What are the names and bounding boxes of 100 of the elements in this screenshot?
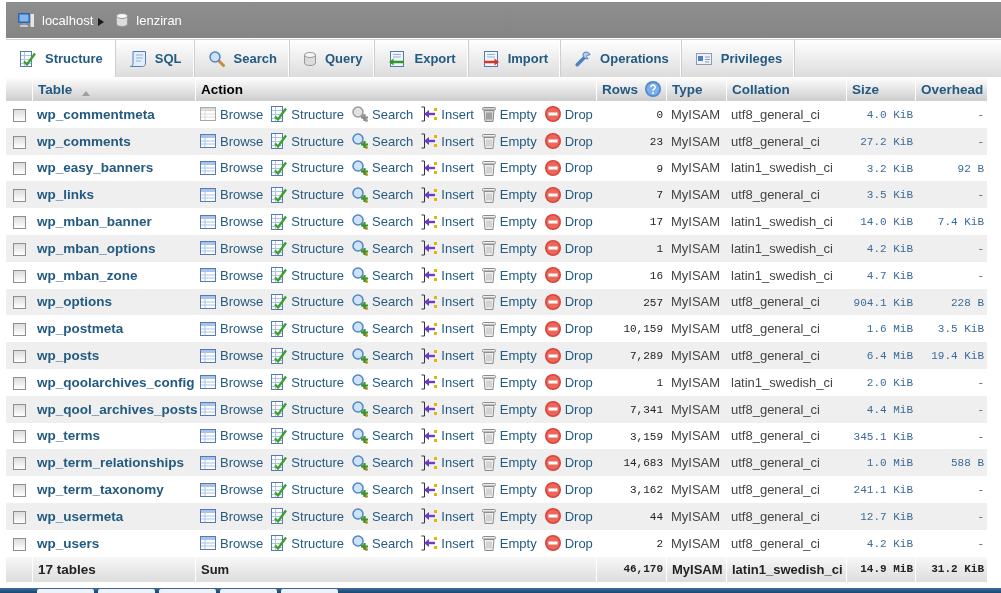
- help-icon[interactable]: [645, 81, 661, 97]
- structure-link[interactable]: Structure: [271, 427, 345, 444]
- search-link[interactable]: Search: [352, 267, 414, 284]
- column-header[interactable]: Overhead: [921, 81, 984, 97]
- table-name-link[interactable]: wp_term_relationships: [37, 455, 185, 471]
- insert-link[interactable]: Insert: [421, 240, 474, 257]
- column-header[interactable]: Table: [38, 81, 73, 97]
- insert-link[interactable]: Insert: [421, 106, 474, 123]
- search-link[interactable]: Search: [352, 535, 414, 552]
- table-size[interactable]: 345.1 KiB: [853, 430, 913, 443]
- search-link[interactable]: Search: [352, 133, 414, 150]
- table-size[interactable]: 904.1 KiB: [853, 296, 913, 309]
- structure-link[interactable]: Structure: [271, 374, 345, 391]
- table-size[interactable]: 4.0 KiB: [866, 109, 913, 121]
- browse-link[interactable]: Browse: [200, 293, 264, 310]
- browse-link[interactable]: Browse: [200, 535, 264, 552]
- search-link[interactable]: Search: [352, 427, 414, 444]
- row-checkbox[interactable]: [12, 269, 26, 283]
- table-name-link[interactable]: wp_links: [37, 187, 95, 203]
- empty-link[interactable]: Empty: [481, 320, 537, 337]
- empty-link[interactable]: Empty: [481, 401, 537, 418]
- drop-link[interactable]: Drop: [544, 160, 593, 176]
- table-size[interactable]: 4.2 KiB: [866, 537, 913, 550]
- search-link[interactable]: Search: [352, 213, 414, 230]
- drop-link[interactable]: Drop: [544, 454, 593, 471]
- search-link[interactable]: Search: [352, 160, 414, 176]
- structure-link[interactable]: Structure: [271, 508, 345, 525]
- browse-link[interactable]: Browse: [200, 508, 264, 525]
- structure-link[interactable]: Structure: [271, 267, 345, 284]
- structure-link[interactable]: Structure: [271, 106, 345, 123]
- table-name-link[interactable]: wp_options: [37, 294, 112, 310]
- structure-link[interactable]: Structure: [271, 213, 345, 230]
- empty-link[interactable]: Empty: [481, 535, 537, 552]
- table-name-link[interactable]: wp_easy_banners: [37, 160, 154, 176]
- table-name-link[interactable]: wp_term_taxonomy: [37, 482, 164, 498]
- browse-link[interactable]: Browse: [200, 133, 264, 150]
- drop-link[interactable]: Drop: [544, 535, 593, 552]
- table-size[interactable]: 4.4 MiB: [866, 403, 913, 416]
- browse-link[interactable]: Browse: [200, 427, 264, 444]
- breadcrumb-link[interactable]: lenziran: [116, 12, 182, 28]
- empty-link[interactable]: Empty: [481, 186, 537, 203]
- empty-link[interactable]: Empty: [481, 240, 537, 257]
- structure-link[interactable]: Structure: [271, 481, 345, 498]
- insert-link[interactable]: Insert: [421, 293, 474, 310]
- table-name-link[interactable]: wp_mban_options: [37, 240, 156, 256]
- insert-link[interactable]: Insert: [421, 535, 474, 552]
- drop-link[interactable]: Drop: [544, 240, 593, 257]
- row-checkbox[interactable]: [12, 135, 26, 149]
- row-checkbox[interactable]: [12, 403, 26, 417]
- structure-link[interactable]: Structure: [271, 454, 345, 471]
- column-header[interactable]: Size: [852, 81, 879, 97]
- row-checkbox[interactable]: [12, 242, 26, 256]
- table-size[interactable]: 6.4 MiB: [866, 350, 913, 363]
- empty-link[interactable]: Empty: [481, 427, 537, 444]
- empty-link[interactable]: Empty: [481, 481, 537, 498]
- table-size[interactable]: 241.1 KiB: [853, 484, 913, 497]
- search-link[interactable]: Search: [352, 293, 414, 310]
- structure-link[interactable]: Structure: [271, 186, 345, 203]
- empty-link[interactable]: Empty: [481, 133, 537, 150]
- structure-link[interactable]: Structure: [271, 347, 345, 364]
- search-link[interactable]: Search: [352, 186, 414, 203]
- insert-link[interactable]: Insert: [421, 213, 474, 230]
- table-name-link[interactable]: wp_users: [37, 535, 100, 551]
- browse-link[interactable]: Browse: [200, 213, 264, 230]
- table-name-link[interactable]: wp_commentmeta: [37, 106, 155, 122]
- insert-link[interactable]: Insert: [421, 508, 474, 525]
- structure-link[interactable]: Structure: [271, 240, 345, 257]
- structure-link[interactable]: Structure: [271, 535, 345, 552]
- table-size[interactable]: 12.7 KiB: [860, 510, 913, 523]
- row-checkbox[interactable]: [12, 376, 26, 390]
- empty-link[interactable]: Empty: [481, 347, 537, 364]
- search-link[interactable]: Search: [352, 481, 414, 498]
- table-size[interactable]: 3.2 KiB: [866, 162, 913, 175]
- insert-link[interactable]: Insert: [421, 186, 474, 203]
- table-size[interactable]: 27.2 KiB: [860, 135, 913, 148]
- insert-link[interactable]: Insert: [421, 427, 474, 444]
- insert-link[interactable]: Insert: [421, 481, 474, 498]
- structure-link[interactable]: Structure: [271, 320, 345, 337]
- structure-link[interactable]: Structure: [271, 133, 345, 150]
- browse-link[interactable]: Browse: [200, 267, 264, 284]
- structure-link[interactable]: Structure: [271, 160, 345, 176]
- insert-link[interactable]: Insert: [421, 401, 474, 418]
- row-checkbox[interactable]: [12, 484, 26, 498]
- empty-link[interactable]: Empty: [481, 267, 537, 284]
- drop-link[interactable]: Drop: [544, 186, 593, 203]
- table-name-link[interactable]: wp_usermeta: [37, 508, 124, 524]
- column-header[interactable]: Type: [672, 81, 703, 97]
- table-name-link[interactable]: wp_qool_archives_posts: [37, 401, 198, 417]
- table-name-link[interactable]: wp_comments: [37, 133, 131, 149]
- table-size[interactable]: 14.0 KiB: [860, 216, 913, 229]
- drop-link[interactable]: Drop: [544, 133, 593, 150]
- drop-link[interactable]: Drop: [544, 320, 593, 337]
- search-link[interactable]: Search: [352, 401, 414, 418]
- drop-link[interactable]: Drop: [544, 293, 593, 310]
- browse-link[interactable]: Browse: [200, 186, 264, 203]
- row-checkbox[interactable]: [12, 510, 26, 524]
- column-header[interactable]: Collation: [732, 81, 790, 97]
- row-checkbox[interactable]: [12, 162, 26, 176]
- insert-link[interactable]: Insert: [421, 267, 474, 284]
- drop-link[interactable]: Drop: [544, 401, 593, 418]
